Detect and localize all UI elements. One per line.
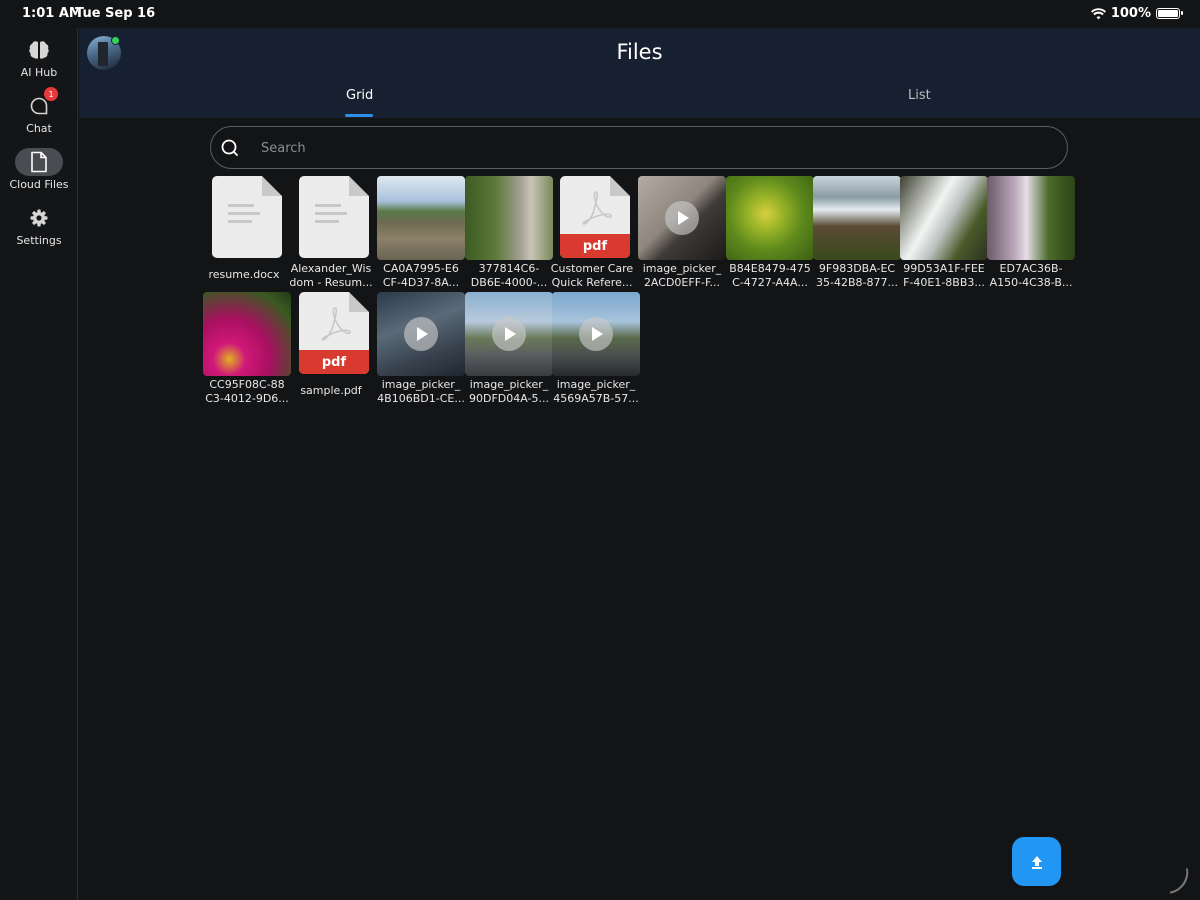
play-icon	[492, 317, 526, 351]
video-thumbnail	[552, 292, 640, 376]
tab-list[interactable]: List	[908, 88, 931, 103]
sidebar-item-label: Cloud Files	[9, 178, 69, 191]
status-date: Tue Sep 16	[75, 6, 156, 21]
resize-corner	[1166, 868, 1192, 894]
play-icon	[665, 201, 699, 235]
file-item[interactable]: Alexander_Wis dom - Resum...	[287, 176, 375, 292]
battery-percent: 100%	[1110, 6, 1151, 21]
image-thumbnail	[726, 176, 814, 260]
battery-icon	[1156, 8, 1183, 19]
file-name: Alexander_Wis dom - Resum...	[289, 262, 373, 289]
file-item[interactable]: 99D53A1F-FEE F-40E1-8BB3...	[900, 176, 988, 292]
video-thumbnail	[377, 292, 465, 376]
file-item[interactable]: image_picker_ 2ACD0EFF-F...	[638, 176, 726, 292]
sidebar-item-label: AI Hub	[20, 66, 58, 79]
sidebar-item-label: Chat	[26, 122, 52, 135]
sidebar-item-cloud-files[interactable]: Cloud Files	[0, 148, 78, 200]
file-name: Customer Care Quick Refere...	[550, 262, 634, 289]
file-name: sample.pdf	[300, 384, 362, 397]
sidebar-item-ai-hub[interactable]: AI Hub	[0, 36, 78, 88]
status-time: 1:01 AM	[22, 6, 82, 21]
file-name: 9F983DBA-EC 35-42B8-877...	[816, 262, 898, 289]
document-thumbnail	[287, 176, 375, 260]
file-item[interactable]: CC95F08C-88 C3-4012-9D6...	[203, 292, 291, 408]
file-item[interactable]: image_picker_ 90DFD04A-5...	[465, 292, 553, 408]
header: Files Grid List	[79, 28, 1200, 118]
file-item[interactable]: ED7AC36B- A150-4C38-B...	[987, 176, 1075, 292]
status-bar: 1:01 AM Tue Sep 16 100%	[0, 0, 1200, 28]
file-item[interactable]: pdf Customer Care Quick Refere...	[548, 176, 636, 292]
file-item[interactable]: 377814C6- DB6E-4000-...	[465, 176, 553, 292]
sidebar-item-chat[interactable]: 1 Chat	[0, 87, 78, 144]
file-name: B84E8479-475 C-4727-A4A...	[729, 262, 811, 289]
file-name: 99D53A1F-FEE F-40E1-8BB3...	[903, 262, 985, 289]
wifi-icon	[1090, 7, 1106, 19]
image-thumbnail	[377, 176, 465, 260]
file-name: ED7AC36B- A150-4C38-B...	[989, 262, 1073, 289]
file-name: image_picker_ 2ACD0EFF-F...	[642, 262, 722, 289]
brain-icon	[29, 41, 49, 59]
image-thumbnail	[900, 176, 988, 260]
file-item[interactable]: CA0A7995-E6 CF-4D37-8A...	[377, 176, 465, 292]
file-name: image_picker_ 4569A57B-57...	[553, 378, 639, 405]
sidebar-item-label: Settings	[16, 234, 62, 247]
sidebar: AI Hub 1 Chat Cloud Files Settings	[0, 28, 78, 900]
sidebar-item-settings[interactable]: Settings	[0, 204, 78, 256]
image-thumbnail	[203, 292, 291, 376]
tab-grid[interactable]: Grid	[346, 88, 373, 103]
image-thumbnail	[813, 176, 901, 260]
search-input[interactable]	[261, 138, 1021, 158]
file-name: CA0A7995-E6 CF-4D37-8A...	[382, 262, 460, 289]
file-item[interactable]: B84E8479-475 C-4727-A4A...	[726, 176, 814, 292]
search-bar[interactable]	[210, 126, 1068, 169]
file-name: CC95F08C-88 C3-4012-9D6...	[205, 378, 289, 405]
file-name: image_picker_ 4B106BD1-CE...	[377, 378, 465, 405]
acrobat-icon	[582, 191, 612, 225]
document-thumbnail	[200, 176, 288, 260]
pdf-label: pdf	[299, 350, 369, 374]
search-icon	[221, 139, 238, 156]
file-item[interactable]: resume.docx	[200, 176, 288, 292]
document-icon	[31, 151, 47, 173]
tab-selected-indicator	[345, 114, 373, 117]
play-icon	[579, 317, 613, 351]
image-thumbnail	[987, 176, 1075, 260]
video-thumbnail	[465, 292, 553, 376]
file-item[interactable]: pdf sample.pdf	[287, 292, 375, 408]
gear-icon	[30, 209, 48, 227]
pdf-thumbnail: pdf	[287, 292, 375, 376]
pdf-thumbnail: pdf	[548, 176, 636, 260]
file-name: 377814C6- DB6E-4000-...	[470, 262, 548, 289]
file-name: image_picker_ 90DFD04A-5...	[468, 378, 549, 405]
acrobat-icon	[321, 307, 351, 341]
upload-button[interactable]	[1012, 837, 1061, 886]
image-thumbnail	[465, 176, 553, 260]
video-thumbnail	[638, 176, 726, 260]
chat-badge: 1	[44, 87, 58, 101]
file-name: resume.docx	[208, 268, 280, 281]
pdf-label: pdf	[560, 234, 630, 258]
play-icon	[404, 317, 438, 351]
file-item[interactable]: image_picker_ 4569A57B-57...	[552, 292, 640, 408]
file-item[interactable]: 9F983DBA-EC 35-42B8-877...	[813, 176, 901, 292]
status-indicators: 100%	[1090, 6, 1183, 21]
upload-icon	[1031, 855, 1042, 869]
file-item[interactable]: image_picker_ 4B106BD1-CE...	[377, 292, 465, 408]
page-title: Files	[616, 40, 663, 64]
